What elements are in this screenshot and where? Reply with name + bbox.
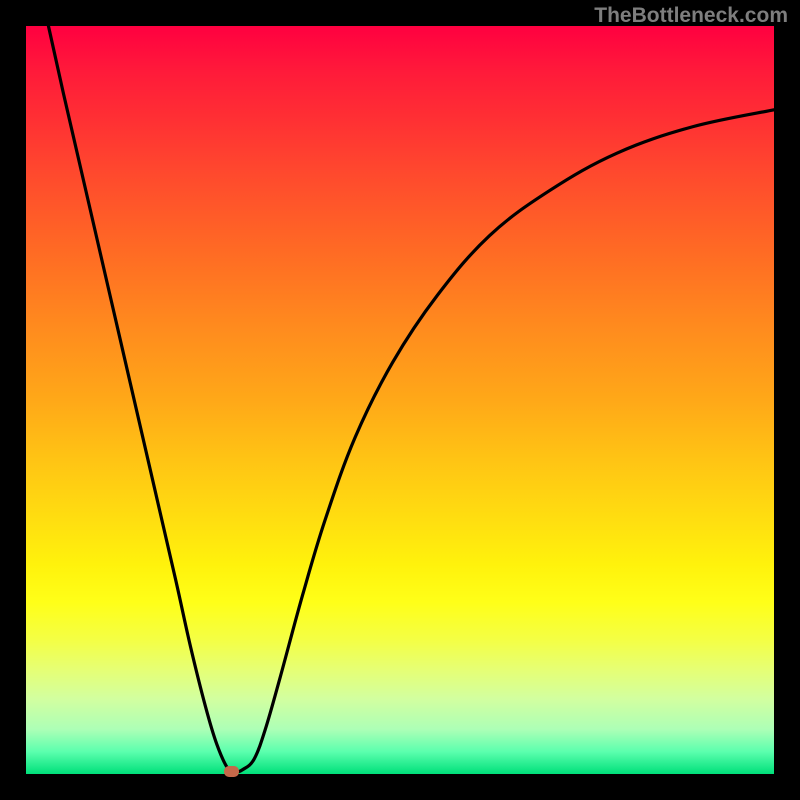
chart-frame: TheBottleneck.com	[0, 0, 800, 800]
watermark-text: TheBottleneck.com	[594, 4, 788, 28]
plot-area	[26, 26, 774, 774]
bottleneck-curve	[26, 26, 774, 774]
minimum-marker	[224, 766, 239, 777]
